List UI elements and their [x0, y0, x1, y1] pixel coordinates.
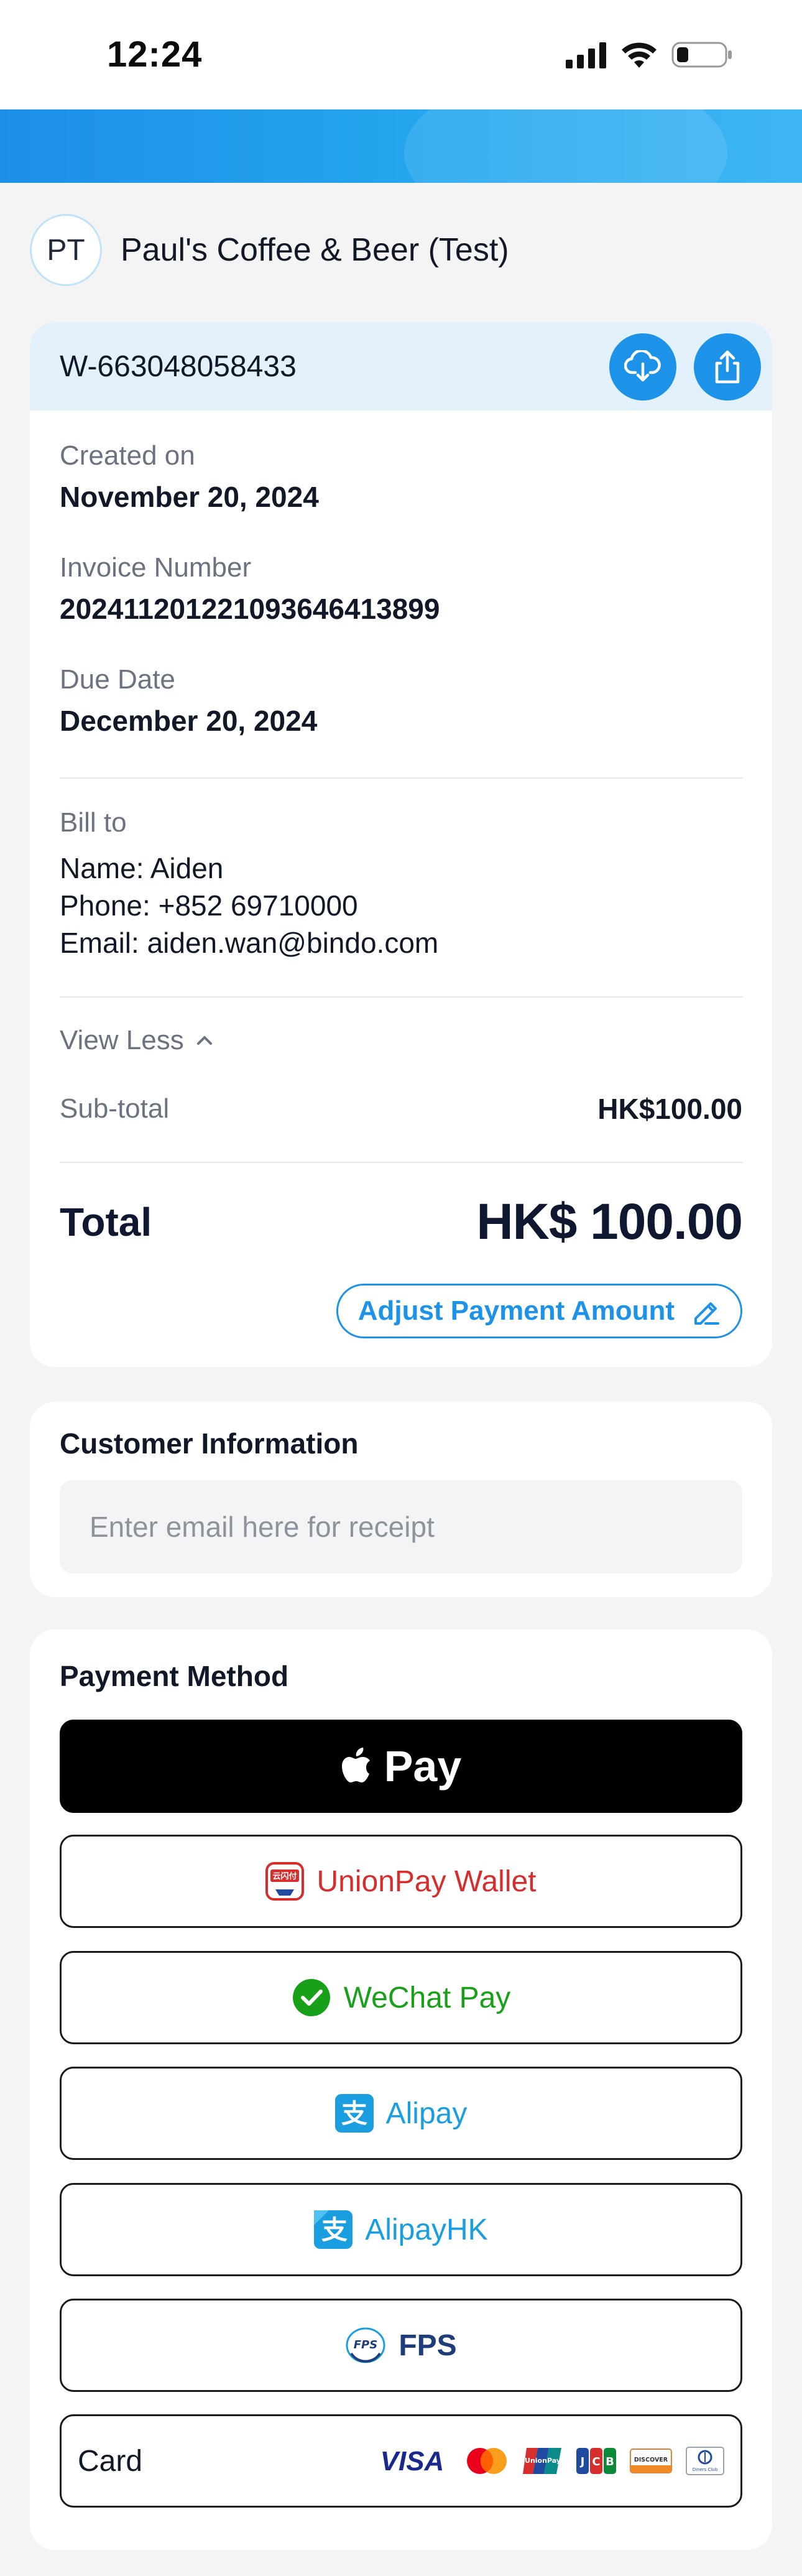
created-on-field: Created on November 20, 2024 [60, 440, 319, 514]
alipayhk-label: AlipayHK [365, 2213, 488, 2246]
apple-pay-label: Pay [384, 1742, 462, 1791]
wechat-icon [292, 1979, 330, 2016]
payment-method-card: Payment Method Pay 云闪付 UnionPay Wallet W… [30, 1629, 772, 2550]
invoice-number-value: 20241120122109364641389​9 [60, 593, 440, 625]
status-bar: 12:24 [0, 0, 802, 109]
unionpay-wallet-icon: 云闪付 [265, 1862, 305, 1901]
svg-text:J: J [579, 2455, 585, 2468]
bill-to-label: Bill to [60, 807, 127, 838]
created-on-label: Created on [60, 440, 195, 471]
divider [60, 777, 742, 779]
invoice-header: W-663048058433 [30, 322, 772, 410]
discover-logo-icon: DISCOVER [630, 2449, 672, 2473]
bill-to-section: Bill to Name: Aiden Phone: +852 69710000… [60, 807, 438, 961]
view-less-label: View Less [60, 1025, 184, 1055]
alipayhk-button[interactable]: 支 AlipayHK [60, 2183, 742, 2276]
invoice-card: W-663048058433 Created on November 20, 2… [30, 322, 772, 1367]
battery-icon [671, 42, 732, 68]
svg-text:支: 支 [341, 2098, 367, 2129]
svg-text:VISA: VISA [380, 2447, 445, 2475]
card-brands: VISA UnionPay J C B DISCOVER Diners Club [374, 2447, 724, 2475]
wechat-pay-label: WeChat Pay [343, 1981, 511, 2014]
due-date-label: Due Date [60, 664, 175, 695]
svg-text:UnionPay: UnionPay [525, 2457, 561, 2465]
divider [60, 1162, 742, 1163]
invoice-number-field: Invoice Number 20241120122109364641389​9 [60, 552, 440, 626]
subtotal-row: Sub-total HK$100.00 [60, 1092, 742, 1126]
svg-text:C: C [592, 2455, 600, 2468]
total-row: Total HK$ 100.00 [60, 1193, 743, 1251]
customer-information-title: Customer Information [60, 1427, 359, 1460]
wifi-icon [622, 42, 657, 68]
subtotal-label: Sub-total [60, 1093, 170, 1124]
diners-club-logo-icon: Diners Club [686, 2447, 724, 2475]
jcb-logo-icon: J C B [576, 2448, 616, 2474]
status-time: 12:24 [107, 34, 203, 75]
payment-method-title: Payment Method [60, 1660, 289, 1692]
share-icon [715, 350, 740, 384]
header-banner [0, 109, 802, 183]
mastercard-logo-icon [467, 2448, 507, 2474]
bill-to-phone: Phone: +852 69710000 [60, 889, 358, 922]
merchant-name: Paul's Coffee & Beer (Test) [121, 232, 509, 268]
card-label: Card [78, 2444, 143, 2478]
status-icons [566, 39, 734, 71]
subtotal-value: HK$100.00 [597, 1093, 742, 1125]
due-date-field: Due Date December 20, 2024 [60, 664, 317, 738]
cellular-signal-icon [566, 42, 606, 68]
customer-information-card: Customer Information [30, 1402, 772, 1597]
alipay-button[interactable]: 支 Alipay [60, 2067, 742, 2160]
svg-text:FPS: FPS [354, 2338, 377, 2351]
unionpay-logo-icon: UnionPay [523, 2448, 561, 2474]
invoice-actions [609, 333, 761, 401]
svg-text:支: 支 [321, 2215, 348, 2245]
download-button[interactable] [609, 333, 676, 401]
due-date-value: December 20, 2024 [60, 705, 318, 737]
invoice-id: W-663048058433 [60, 350, 297, 383]
view-less-toggle[interactable]: View Less [60, 1025, 214, 1056]
apple-pay-button[interactable]: Pay [60, 1720, 742, 1813]
fps-label: FPS [399, 2328, 457, 2362]
svg-text:DISCOVER: DISCOVER [634, 2457, 668, 2463]
visa-logo-icon: VISA [380, 2447, 445, 2475]
alipay-label: Alipay [385, 2096, 468, 2130]
apple-logo-icon [341, 1748, 370, 1782]
total-label: Total [60, 1200, 152, 1244]
total-value: HK$ 100.00 [476, 1193, 743, 1250]
chevron-up-icon [196, 1036, 212, 1045]
unionpay-wallet-label: UnionPay Wallet [316, 1865, 537, 1898]
unionpay-wallet-button[interactable]: 云闪付 UnionPay Wallet [60, 1835, 742, 1928]
alipay-icon: 支 [334, 2094, 374, 2133]
share-button[interactable] [694, 333, 761, 401]
invoice-number-label: Invoice Number [60, 552, 252, 583]
bill-to-email: Email: aiden.wan@bindo.com [60, 927, 439, 959]
adjust-payment-amount-button[interactable]: Adjust Payment Amount [336, 1284, 742, 1338]
fps-icon: FPS [346, 2327, 385, 2363]
svg-text:Diners Club: Diners Club [693, 2467, 718, 2472]
edit-pencil-icon [694, 1302, 719, 1325]
merchant-avatar: PT [30, 214, 102, 286]
created-on-value: November 20, 2024 [60, 481, 319, 513]
card-payment-button[interactable]: Card VISA UnionPay J C B DISCOVER Diners… [60, 2414, 742, 2508]
alipayhk-icon: 支 [314, 2210, 353, 2249]
adjust-payment-amount-label: Adjust Payment Amount [357, 1295, 675, 1326]
divider [60, 996, 742, 998]
wechat-pay-button[interactable]: WeChat Pay [60, 1951, 742, 2044]
cloud-download-icon [624, 350, 661, 382]
receipt-email-input[interactable] [60, 1480, 742, 1573]
svg-text:B: B [606, 2455, 614, 2468]
svg-text:云闪付: 云闪付 [273, 1871, 297, 1881]
merchant-header: PT Paul's Coffee & Beer (Test) [30, 213, 509, 287]
bill-to-name: Name: Aiden [60, 852, 224, 884]
fps-button[interactable]: FPS FPS [60, 2299, 742, 2392]
